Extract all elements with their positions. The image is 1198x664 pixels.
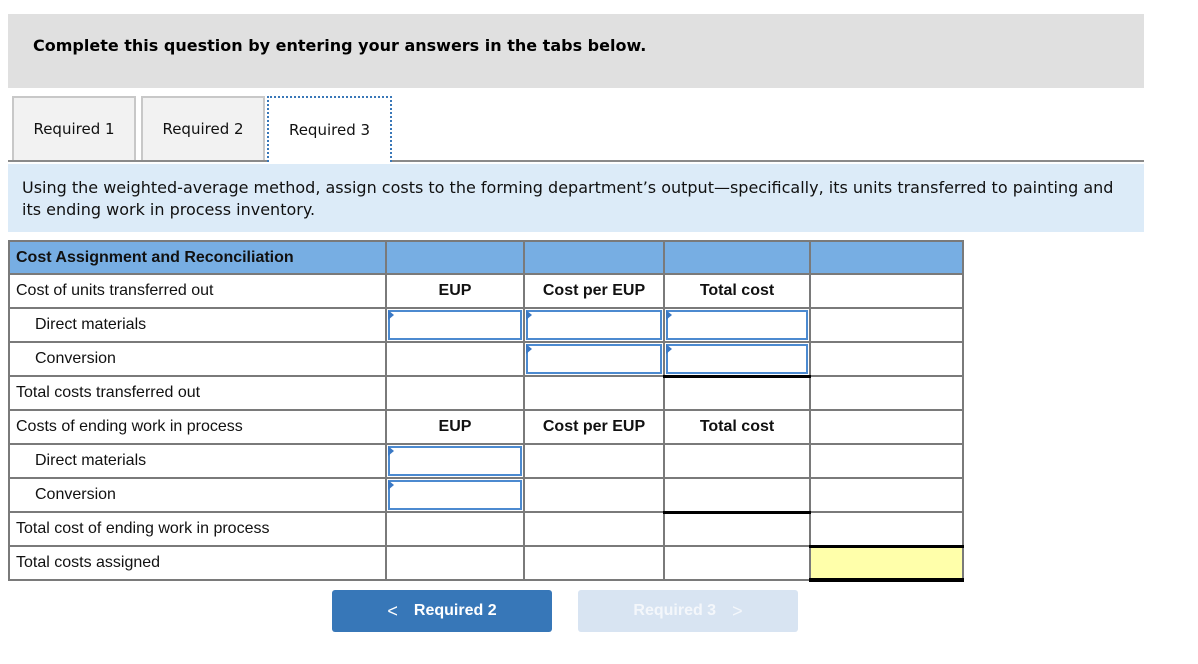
row-label-to-direct-materials: Direct materials xyxy=(8,307,387,343)
tab-bar: Required 1 Required 2 Required 3 xyxy=(8,96,1144,162)
to-dm-total-cost-input[interactable] xyxy=(668,312,806,338)
row-label-ending-wip: Costs of ending work in process xyxy=(8,409,387,445)
next-button-label: Required 3 xyxy=(633,602,717,619)
ewip-dm-eup-input[interactable] xyxy=(390,448,520,474)
table-row: Total costs assigned xyxy=(8,544,964,582)
total-ending-wip-cell xyxy=(663,511,811,547)
row-label-total-assigned: Total costs assigned xyxy=(8,545,387,581)
header-title: Complete this question by entering your … xyxy=(33,36,647,55)
table-row: Costs of ending work in process EUP Cost… xyxy=(8,409,964,445)
table-row: Conversion xyxy=(8,477,964,514)
row-label-ewip-conversion: Conversion xyxy=(8,477,387,513)
table-row: Direct materials xyxy=(8,307,964,343)
question-instructions: Using the weighted-average method, assig… xyxy=(8,164,1144,232)
col-header-eup: EUP xyxy=(385,273,525,309)
row-label-to-conversion: Conversion xyxy=(8,341,387,377)
total-transferred-out-cell xyxy=(663,375,811,411)
table-header-row: Cost Assignment and Reconciliation xyxy=(8,240,964,275)
col-header-cost-per-eup: Cost per EUP xyxy=(523,273,665,309)
next-required-3-button: Required 3 > xyxy=(578,590,798,632)
tab-baseline xyxy=(8,160,1144,162)
to-dm-cost-per-eup-input[interactable] xyxy=(528,312,660,338)
ewip-conv-eup-input[interactable] xyxy=(390,482,520,508)
row-label-ewip-direct-materials: Direct materials xyxy=(8,443,387,479)
table-row: Direct materials xyxy=(8,443,964,479)
tab-required-3[interactable]: Required 3 xyxy=(267,96,392,162)
table-title: Cost Assignment and Reconciliation xyxy=(8,240,387,275)
col-header-cost-per-eup-2: Cost per EUP xyxy=(523,409,665,445)
table-row: Conversion xyxy=(8,341,964,378)
col-header-total-cost: Total cost xyxy=(663,273,811,309)
to-dm-eup-input[interactable] xyxy=(390,312,520,338)
table-row: Total cost of ending work in process xyxy=(8,511,964,547)
to-conv-total-cost-input[interactable] xyxy=(668,346,806,372)
tab-required-1[interactable]: Required 1 xyxy=(12,96,136,160)
cost-assignment-table: Cost Assignment and Reconciliation Cost … xyxy=(8,240,964,582)
chevron-left-icon: < xyxy=(387,600,398,621)
row-label-transferred-out: Cost of units transferred out xyxy=(8,273,387,309)
prev-required-2-button[interactable]: < Required 2 xyxy=(332,590,552,632)
col-header-total-cost-2: Total cost xyxy=(663,409,811,445)
prev-button-label: Required 2 xyxy=(413,602,497,619)
to-conv-cost-per-eup-input[interactable] xyxy=(528,346,660,372)
chevron-right-icon: > xyxy=(732,600,743,621)
table-row: Total costs transferred out xyxy=(8,375,964,411)
total-costs-assigned-cell xyxy=(809,544,964,582)
row-label-total-transferred-out: Total costs transferred out xyxy=(8,375,387,411)
instruction-header: Complete this question by entering your … xyxy=(8,14,1144,88)
tab-required-2[interactable]: Required 2 xyxy=(141,96,265,160)
row-label-total-ending-wip: Total cost of ending work in process xyxy=(8,511,387,547)
col-header-eup-2: EUP xyxy=(385,409,525,445)
table-row: Cost of units transferred out EUP Cost p… xyxy=(8,273,964,309)
